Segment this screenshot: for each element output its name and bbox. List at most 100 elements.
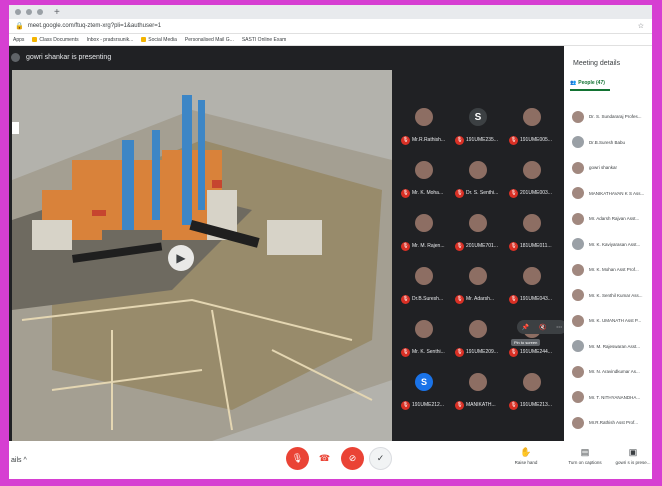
participant-tile[interactable]: 🎙 181UME011... [507, 210, 559, 260]
avatar [523, 161, 541, 179]
participant-name: Dr. S. Sundararaj Profes... [589, 114, 642, 120]
list-item[interactable]: Mr. K. Mohan Asst Prof... [564, 257, 652, 283]
url-text[interactable]: meet.google.com/ftuq-ztem-xrg?pli=1&auth… [28, 23, 161, 29]
presenting-button[interactable]: ▣ gowri s is prese... [615, 447, 651, 465]
address-bar[interactable]: 🔒 meet.google.com/ftuq-ztem-xrg?pli=1&au… [9, 19, 652, 34]
bookmark-class-documents[interactable]: Class Documents [32, 37, 79, 43]
tab-people[interactable]: 👥 People (47) [570, 80, 652, 86]
tile-hover-controls[interactable]: 📌 🔇 ⋯ [517, 320, 567, 334]
participant-tile[interactable]: 🎙 201UME003... [507, 157, 559, 207]
participant-name: Mr. K. Kaviyarasan Asst... [589, 241, 641, 247]
list-item[interactable]: Mr. N. Aravindkumar As... [564, 359, 652, 385]
participant-tile[interactable]: S 🎙 191UME212... [399, 369, 451, 419]
close-dot-icon[interactable] [15, 9, 21, 15]
list-item[interactable]: Dr.B.Suresh Babu [564, 130, 652, 156]
participant-name: Mr. K. Senthil Kumar Ass... [589, 292, 643, 298]
avatar [469, 214, 487, 232]
bookmark-sasti-exam[interactable]: SASTI Online Exam [242, 37, 286, 43]
avatar [469, 267, 487, 285]
browser-window: + 🔒 meet.google.com/ftuq-ztem-xrg?pli=1&… [9, 5, 652, 479]
list-item[interactable]: Mr. Adarsh Rajvan Asst... [564, 206, 652, 232]
list-item[interactable]: Mr. K. Kaviyarasan Asst... [564, 232, 652, 258]
participant-tile[interactable]: S 🎙 191UME235... [453, 104, 505, 154]
mic-muted-icon: 🎙 [401, 189, 410, 198]
avatar [572, 212, 584, 225]
participant-tile[interactable]: 🎙 Dr.B.Suresh... [399, 263, 451, 313]
list-item[interactable]: Mr. T. NITHYANANDHA... [564, 385, 652, 411]
play-icon[interactable]: ▶ [168, 245, 194, 271]
participant-tile[interactable]: 🎙 Mr. Adarsh... [453, 263, 505, 313]
participant-name: gowri shankar [589, 165, 618, 171]
raise-hand-button[interactable]: ✋ Raise hand [506, 447, 546, 465]
panel-title: Meeting details [573, 60, 621, 67]
avatar [523, 267, 541, 285]
mic-toggle-button[interactable]: 🎙 [286, 447, 309, 470]
list-item[interactable]: Mr. M. Rajeswaran Asst... [564, 334, 652, 360]
mic-muted-icon: 🎙 [509, 348, 518, 357]
participant-tile[interactable]: 🎙 201UME701... [453, 210, 505, 260]
list-item[interactable]: Dr. S. Sundararaj Profes... [564, 104, 652, 130]
hangup-icon: ☎ [318, 453, 331, 463]
avatar [572, 263, 584, 276]
participant-name: Mr. T. NITHYANANDHA... [589, 394, 641, 400]
participant-name: 201UME701... [466, 243, 498, 249]
participant-name: Mr. K. Senthi... [412, 349, 445, 355]
avatar [572, 136, 584, 149]
screen-frame: + 🔒 meet.google.com/ftuq-ztem-xrg?pli=1&… [0, 0, 662, 486]
avatar [415, 320, 433, 338]
participant-name: Mr. K. Mohan Asst Prof... [589, 267, 639, 273]
present-check-button[interactable]: ✓ [369, 447, 392, 470]
participant-tile[interactable]: 🎙 Dr. S. Senthi... [453, 157, 505, 207]
participant-tile[interactable]: 🎙 Mr. M. Rajen... [399, 210, 451, 260]
participant-tile[interactable]: 🎙 191UME043... [507, 263, 559, 313]
pin-tooltip: Pin to screen [511, 339, 541, 346]
minimize-dot-icon[interactable] [26, 9, 32, 15]
star-icon[interactable]: ☆ [638, 22, 644, 30]
participant-tile[interactable]: 🎙 191UME005... [507, 104, 559, 154]
list-item[interactable]: MANIKATHAVAN K S Ass... [564, 181, 652, 207]
avatar [572, 289, 584, 302]
avatar [469, 373, 487, 391]
participant-tile[interactable]: 🎙 191UME209... [453, 316, 505, 366]
camera-toggle-button[interactable]: ⊘ [341, 447, 364, 470]
avatar [523, 373, 541, 391]
avatar [572, 314, 584, 327]
participant-tile[interactable]: 🎙 Mr.R.Rathish... [399, 104, 451, 154]
list-item[interactable]: Mr.R.Rathish Asst Prof... [564, 410, 652, 436]
avatar [415, 161, 433, 179]
bookmark-personalised-mail[interactable]: Personalised Mail G... [185, 37, 234, 43]
presentation-stage[interactable]: ▶ [12, 70, 392, 441]
avatar [469, 161, 487, 179]
participant-name: 191UME212... [412, 402, 444, 408]
maximize-dot-icon[interactable] [37, 9, 43, 15]
pin-icon[interactable]: 📌 [522, 324, 529, 331]
mic-muted-icon: 🎙 [455, 348, 464, 357]
bookmark-social-media[interactable]: Social Media [141, 37, 177, 43]
leave-call-button[interactable]: ☎ [313, 447, 336, 470]
bottom-toolbar: ails ^ 🎙 ☎ ⊘ ✓ ✋ Raise hand ▤ Turn on ca… [9, 441, 652, 479]
mic-muted-icon: 🎙 [509, 242, 518, 251]
participant-tile[interactable]: 🎙 MANIKATH... [453, 369, 505, 419]
more-options-icon[interactable]: ⋯ [556, 324, 562, 331]
list-item[interactable]: Mr. K. Senthil Kumar Ass... [564, 283, 652, 309]
participant-tile[interactable]: 🎙 Mr. K. Senthi... [399, 316, 451, 366]
captions-icon: ▤ [580, 447, 590, 457]
mic-muted-icon: 🎙 [455, 242, 464, 251]
mic-muted-icon: 🎙 [401, 295, 410, 304]
participant-tile[interactable]: 🎙 191UME213... [507, 369, 559, 419]
list-item[interactable]: Mr. K. UMANATH Asst P... [564, 308, 652, 334]
new-tab-icon[interactable]: + [54, 7, 60, 18]
meeting-details-toggle[interactable]: ails ^ [11, 457, 27, 464]
folder-icon [32, 37, 38, 42]
avatar: S [469, 108, 487, 126]
mute-icon[interactable]: 🔇 [539, 324, 546, 331]
plant-3d-model-image [12, 70, 392, 441]
mic-off-icon: 🎙 [291, 453, 304, 463]
present-icon: ▣ [628, 447, 638, 457]
bookmark-apps[interactable]: Apps [13, 37, 24, 43]
captions-button[interactable]: ▤ Turn on captions [565, 447, 605, 465]
bookmark-inbox[interactable]: Inbox - pradsrsunik... [87, 37, 134, 43]
mic-muted-icon: 🎙 [455, 401, 464, 410]
list-item[interactable]: gowri shankar [564, 155, 652, 181]
participant-tile[interactable]: 🎙 Mr. K. Moha... [399, 157, 451, 207]
